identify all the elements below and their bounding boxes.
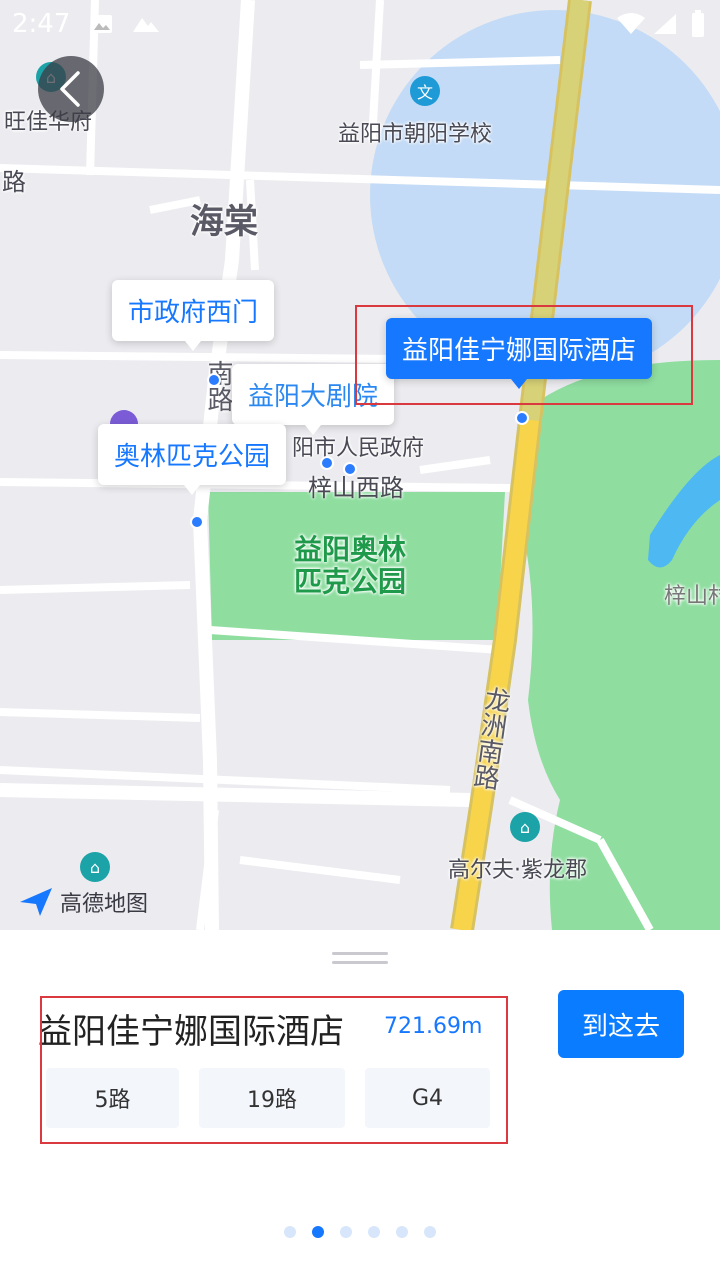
map-label-golf-ziling: 高尔夫·紫龙郡	[448, 858, 587, 883]
highlight-box-map	[355, 305, 693, 405]
mountain-icon	[133, 18, 159, 32]
map-label-chaoyang-school: 益阳市朝阳学校	[338, 122, 493, 147]
sheet-drag-handle[interactable]	[332, 952, 388, 966]
map-label-haitang: 海棠	[190, 202, 258, 242]
watermark-text: 高德地图	[60, 892, 149, 917]
map-label-zishan-west-road: 梓山西路	[308, 474, 404, 502]
page-dot[interactable]	[284, 1226, 296, 1238]
school-icon[interactable]: 文	[410, 76, 440, 106]
location-dot-hotel[interactable]	[515, 411, 529, 425]
location-dot-theater[interactable]	[320, 456, 334, 470]
callout-city-hall-west-gate[interactable]: 市政府西门	[112, 280, 275, 351]
map-label-olympic-park-area: 益阳奥林 匹克公园	[294, 533, 407, 598]
callout-olympic-park[interactable]: 奥林匹克公园	[98, 424, 287, 495]
status-bar: 2:47	[0, 0, 720, 50]
location-dot-olympic-park[interactable]	[190, 515, 204, 529]
page-dot[interactable]	[368, 1226, 380, 1238]
map-view[interactable]: 旺佳华府 路 益阳市朝阳学校 海棠 南路 阳市人民政府 梓山西路 益阳奥林 匹克…	[0, 0, 720, 930]
map-label-zishan-village: 梓山村	[664, 584, 720, 609]
page-indicator	[284, 1226, 436, 1238]
page-dot[interactable]	[424, 1226, 436, 1238]
page-dot-active[interactable]	[312, 1226, 324, 1238]
location-dot-city-hall[interactable]	[207, 373, 221, 387]
place-detail-sheet: 益阳佳宁娜国际酒店 721.69m 到这去 5路 19路 G4	[0, 930, 720, 1280]
navigation-arrow-icon	[20, 888, 52, 916]
page-dot[interactable]	[340, 1226, 352, 1238]
wifi-icon	[617, 13, 645, 34]
location-dot-government[interactable]	[343, 462, 357, 476]
map-label-road-fragment: 路	[2, 168, 26, 196]
map-watermark: 高德地图	[18, 886, 148, 918]
page-dot[interactable]	[396, 1226, 408, 1238]
navigate-here-button[interactable]: 到这去	[558, 990, 684, 1058]
residence-icon[interactable]: ⌂	[510, 812, 540, 842]
highlight-box-sheet	[40, 996, 508, 1144]
battery-icon	[692, 10, 704, 37]
back-button[interactable]	[38, 56, 104, 122]
image-icon	[92, 15, 112, 33]
residence-icon-left[interactable]: ⌂	[80, 852, 110, 882]
status-time: 2:47	[12, 9, 71, 39]
signal-icon	[654, 14, 676, 34]
chevron-left-icon	[60, 71, 80, 107]
